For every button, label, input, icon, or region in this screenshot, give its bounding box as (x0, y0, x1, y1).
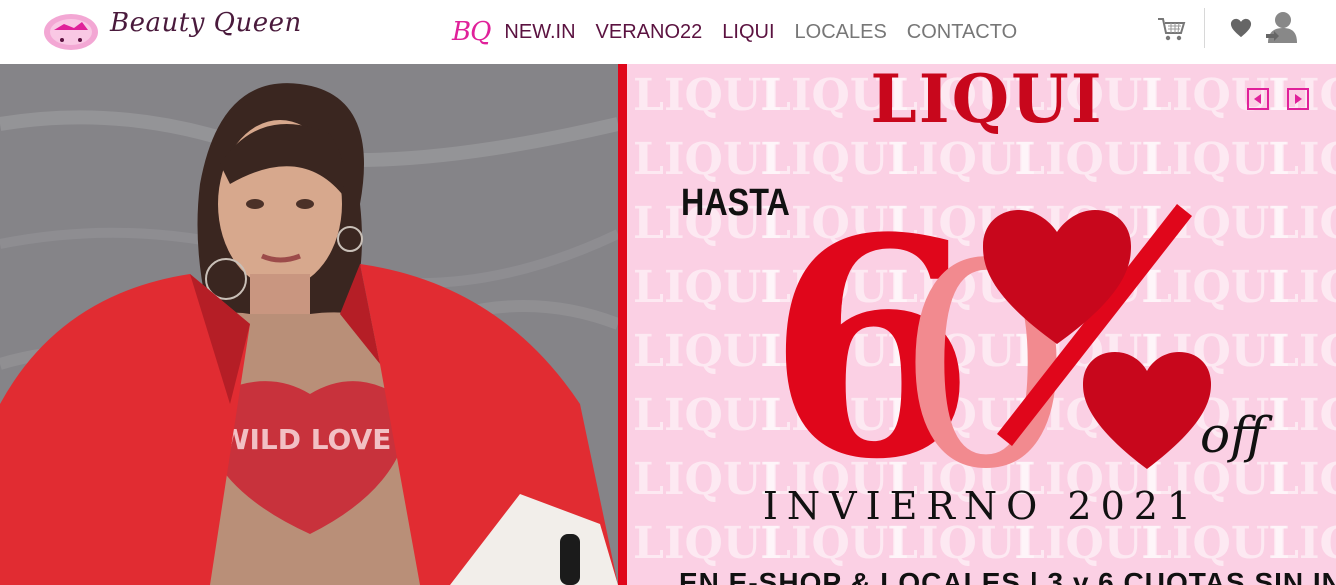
nav-item-verano22[interactable]: VERANO22 (596, 21, 703, 44)
promo-bottom-text: EN E-SHOP & LOCALES | 3 y 6 CUOTAS SIN I… (679, 567, 1336, 585)
pattern-word: LIQUI (1268, 198, 1336, 249)
nav-item-locales[interactable]: LOCALES (795, 21, 887, 44)
promo-panel: LIQUILIQUILIQUILIQUILIQUILIQUILIQUILIQUI… (627, 64, 1336, 585)
user-icon[interactable] (1264, 10, 1298, 44)
promo-accent-bar (618, 64, 627, 585)
heart-icon[interactable] (1230, 17, 1252, 39)
pattern-word: LIQUI (1268, 326, 1336, 377)
nav-item-liqui[interactable]: LIQUI (722, 21, 774, 44)
caret-left-icon (1254, 94, 1261, 104)
hero-photo: WILD LOVE (0, 64, 618, 585)
nav-item-new-in[interactable]: NEW.IN (504, 21, 575, 44)
carousel-prev-button[interactable] (1247, 88, 1269, 110)
header-divider (1204, 8, 1205, 48)
shirt-print-text: WILD LOVE (219, 423, 392, 456)
model-photo-illustration: WILD LOVE (0, 64, 618, 585)
pattern-word: LIQUI (1268, 262, 1336, 313)
discount-graphic: 6 0 (767, 174, 1211, 474)
caret-right-icon (1295, 94, 1302, 104)
nav-item-contacto[interactable]: CONTACTO (907, 21, 1017, 44)
promo-suffix: off (1200, 406, 1266, 464)
pattern-word: LIQUI (1268, 390, 1336, 441)
promo-title: LIQUI (870, 64, 1104, 138)
nav-brand-mark[interactable]: BQ (452, 17, 491, 47)
heart-bottom-icon (1083, 352, 1211, 469)
header-actions (1156, 0, 1336, 64)
carousel-next-button[interactable] (1287, 88, 1309, 110)
hero-banner[interactable]: WILD LOVE LIQUI LIQUI LIQUI LIQUI LIQUI LIQUI… (0, 64, 1336, 585)
promo-season: INVIERNO 2021 (762, 484, 1201, 528)
logo-icon[interactable] (42, 10, 100, 52)
site-header: Beauty Queen BQ NEW.IN VERANO22 LIQUI LO… (0, 0, 1336, 64)
brand-name[interactable]: Beauty Queen (110, 8, 302, 38)
cart-icon[interactable] (1156, 14, 1186, 44)
pattern-word: LIQUI (1268, 134, 1336, 185)
main-nav: BQ NEW.IN VERANO22 LIQUI LOCALES CONTACT… (452, 0, 1037, 64)
